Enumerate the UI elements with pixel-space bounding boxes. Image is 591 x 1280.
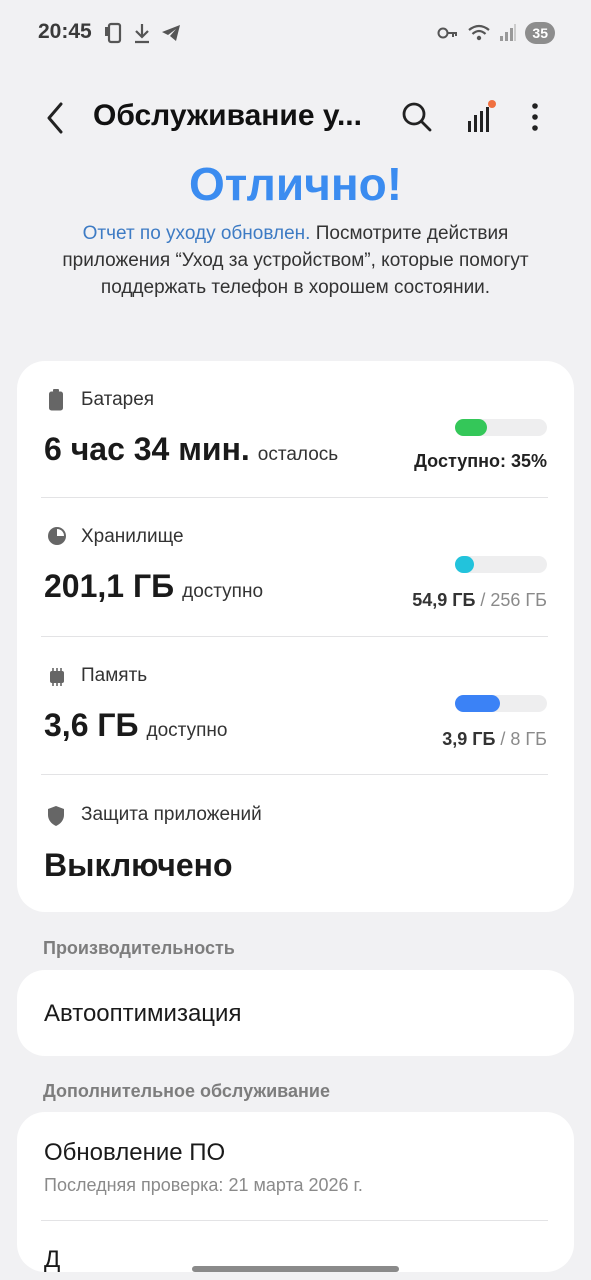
wifi-icon <box>468 24 491 41</box>
battery-suffix: осталось <box>257 444 339 465</box>
battery-row[interactable]: Батарея 6 час 34 мин. осталось Доступно:… <box>17 361 574 498</box>
storage-suffix: доступно <box>182 581 264 602</box>
download-icon <box>135 24 149 44</box>
battery-time-remaining: 6 час 34 мин. <box>44 431 250 467</box>
memory-value: 3,6 ГБ доступно <box>44 707 227 744</box>
software-update-title: Обновление ПО <box>44 1139 226 1166</box>
software-update-subtitle: Последняя проверка: 21 марта 2026 г. <box>44 1175 363 1195</box>
app-protection-status: Выключено <box>44 847 233 883</box>
notification-dot <box>488 100 496 108</box>
memory-chip-icon <box>50 668 64 686</box>
storage-row[interactable]: Хранилище 201,1 ГБ доступно 54,9 ГБ / 25… <box>17 498 574 637</box>
memory-available: 3,6 ГБ <box>44 707 139 743</box>
diagnostics-button[interactable] <box>460 97 500 137</box>
signal-icon <box>500 24 517 41</box>
shield-icon <box>48 806 64 826</box>
status-heading: Отлично! <box>188 158 403 202</box>
storage-label: Хранилище <box>81 526 184 547</box>
battery-value: 6 час 34 мин. осталось <box>44 431 338 468</box>
memory-row[interactable]: Память 3,6 ГБ доступно 3,9 ГБ / 8 ГБ <box>17 637 574 775</box>
signal-chart-icon <box>468 100 496 132</box>
app-protection-label: Защита приложений <box>81 804 262 825</box>
memory-bar <box>455 695 547 712</box>
status-time: 20:45 <box>38 20 92 43</box>
storage-value: 201,1 ГБ доступно <box>44 568 263 605</box>
battery-bar <box>455 419 547 436</box>
storage-bar <box>455 556 547 573</box>
battery-level-badge: 35 <box>525 22 555 44</box>
storage-bar-fill <box>455 556 475 573</box>
storage-available: 201,1 ГБ <box>44 568 175 604</box>
key-icon <box>437 27 458 39</box>
phone-icon <box>105 22 122 44</box>
battery-label: Батарея <box>81 389 155 410</box>
memory-usage-caption: 3,9 ГБ / 8 ГБ <box>442 729 547 750</box>
battery-bar-fill <box>455 419 488 436</box>
memory-used: 3,9 ГБ <box>442 729 496 749</box>
report-updated-link[interactable]: Отчет по уходу обновлен. <box>83 223 311 244</box>
search-icon <box>402 102 432 132</box>
report-text: Отчет по уходу обновлен. Посмотрите дейс… <box>56 220 535 301</box>
device-status-card: Батарея 6 час 34 мин. осталось Доступно:… <box>17 361 574 912</box>
back-button[interactable] <box>38 98 72 138</box>
storage-usage-caption: 54,9 ГБ / 256 ГБ <box>412 590 547 611</box>
auto-optimization-item[interactable]: Автооптимизация <box>17 970 574 1056</box>
memory-total: / 8 ГБ <box>495 729 547 749</box>
memory-suffix: доступно <box>146 720 228 741</box>
extra-maintenance-card: Обновление ПО Последняя проверка: 21 мар… <box>17 1112 574 1272</box>
back-arrow-icon <box>47 102 63 134</box>
storage-used: 54,9 ГБ <box>412 590 476 610</box>
extra-maintenance-section-header: Дополнительное обслуживание <box>43 1081 330 1101</box>
more-options-button[interactable] <box>518 97 552 137</box>
performance-section-header: Производительность <box>43 938 235 958</box>
memory-bar-fill <box>455 695 501 712</box>
status-icons-left <box>104 22 182 44</box>
page-title: Обслуживание у... <box>93 99 362 132</box>
next-maintenance-item[interactable]: Д <box>17 1221 574 1272</box>
auto-optimization-label: Автооптимизация <box>44 1000 242 1027</box>
app-protection-row[interactable]: Защита приложений Выключено <box>17 775 574 912</box>
battery-available-caption: Доступно: 35% <box>414 451 547 471</box>
status-icons-right: 35 <box>437 22 555 44</box>
battery-icon <box>49 389 63 411</box>
pie-chart-icon <box>48 527 66 545</box>
search-button[interactable] <box>398 97 436 137</box>
home-indicator[interactable] <box>192 1266 399 1272</box>
software-update-item[interactable]: Обновление ПО Последняя проверка: 21 мар… <box>17 1112 574 1220</box>
storage-total: / 256 ГБ <box>475 590 547 610</box>
telegram-icon <box>162 25 180 41</box>
next-maintenance-title: Д <box>44 1246 61 1272</box>
memory-label: Память <box>81 665 148 686</box>
more-vert-icon <box>532 103 538 131</box>
